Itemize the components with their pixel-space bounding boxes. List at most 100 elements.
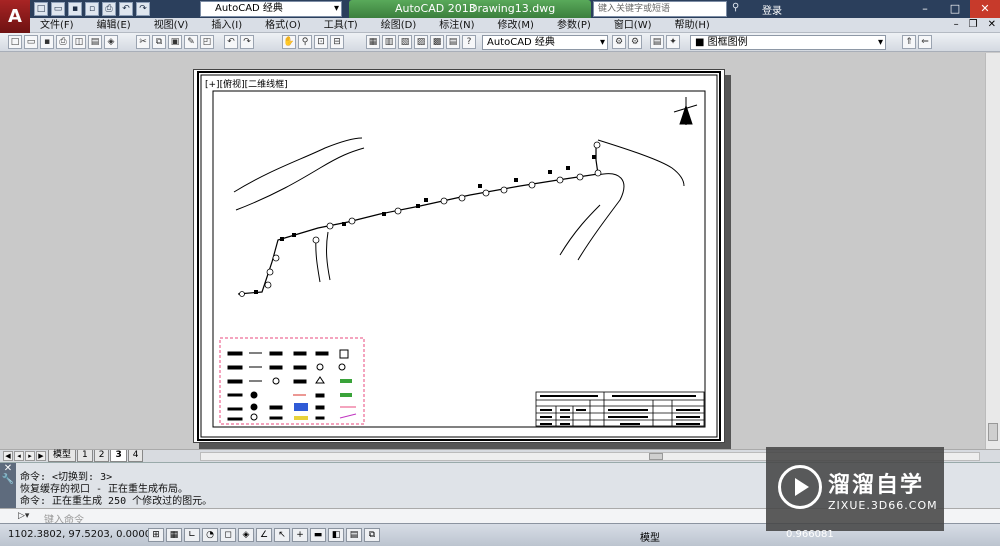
zoom-previous-icon[interactable]: ⊟	[330, 35, 344, 49]
layer-properties-icon[interactable]: ▤	[650, 35, 664, 49]
menu-format[interactable]: 格式(O)	[265, 19, 301, 32]
prev-tab-icon[interactable]: ◂	[14, 451, 24, 461]
maximize-icon[interactable]: □	[940, 0, 970, 18]
workspace-select[interactable]: AutoCAD 经典	[200, 1, 342, 17]
doc-minimize-icon[interactable]: –	[954, 19, 959, 30]
match-properties-icon[interactable]: ✎	[184, 35, 198, 49]
viewport-controls-label[interactable]: [+][俯视][二维线框]	[205, 77, 288, 90]
ducs-icon[interactable]: ↖	[274, 528, 290, 542]
paste-icon[interactable]: ▣	[168, 35, 182, 49]
otrack-icon[interactable]: ∠	[256, 528, 272, 542]
plot-icon[interactable]: ⎙	[56, 35, 70, 49]
tab-layout-1[interactable]: 1	[77, 450, 93, 462]
lightbulb-icon[interactable]: ✦	[666, 35, 680, 49]
menu-view[interactable]: 视图(V)	[154, 19, 189, 32]
next-tab-icon[interactable]: ▸	[25, 451, 35, 461]
undo-tools: ↶ ↷	[224, 35, 254, 49]
redo-icon[interactable]: ↷	[240, 35, 254, 49]
undo-icon[interactable]: ↶	[119, 2, 133, 16]
calculator-icon[interactable]: ▤	[446, 35, 460, 49]
layer-extra-tools: ⇑ ⇐	[902, 35, 932, 49]
binoculars-icon[interactable]: ⚲	[732, 2, 739, 13]
selection-cycling-icon[interactable]: ⧉	[364, 528, 380, 542]
first-tab-icon[interactable]: ◀	[3, 451, 13, 461]
help-icon[interactable]: ?	[462, 35, 476, 49]
preview-icon[interactable]: ◫	[72, 35, 86, 49]
menu-dimension[interactable]: 标注(N)	[439, 19, 474, 32]
osnap-icon[interactable]: ◻	[220, 528, 236, 542]
menu-insert[interactable]: 插入(I)	[211, 19, 242, 32]
plot-icon[interactable]: ⎙	[102, 2, 116, 16]
annotation-scale[interactable]: 0.966081	[786, 529, 834, 540]
polar-icon[interactable]: ◔	[202, 528, 218, 542]
zoom-realtime-icon[interactable]: ⚲	[298, 35, 312, 49]
menu-modify[interactable]: 修改(M)	[498, 19, 534, 32]
vertical-scroll-thumb[interactable]	[988, 423, 998, 441]
3d-print-icon[interactable]: ◈	[104, 35, 118, 49]
pan-icon[interactable]: ✋	[282, 35, 296, 49]
save-as-icon[interactable]: ▫	[85, 2, 99, 16]
open-icon[interactable]: ▭	[24, 35, 38, 49]
wrench-icon[interactable]: 🔧	[0, 474, 16, 485]
design-center-icon[interactable]: ▥	[382, 35, 396, 49]
new-icon[interactable]: □	[34, 2, 48, 16]
tool-palettes-icon[interactable]: ▧	[398, 35, 412, 49]
tab-layout-4[interactable]: 4	[127, 450, 144, 462]
menu-draw[interactable]: 绘图(D)	[381, 19, 417, 32]
close-icon[interactable]: ✕	[970, 0, 1000, 18]
sheet-set-icon[interactable]: ▨	[414, 35, 428, 49]
tab-model[interactable]: 模型	[48, 450, 77, 462]
properties-icon[interactable]: ▦	[366, 35, 380, 49]
command-prompt-icon[interactable]: ▷▾	[18, 511, 29, 521]
doc-restore-icon[interactable]: ❐	[969, 19, 978, 30]
snap-icon[interactable]: ⊞	[148, 528, 164, 542]
menu-window[interactable]: 窗口(W)	[614, 19, 652, 32]
gear-icon[interactable]: ⚙	[612, 35, 626, 49]
menu-tools[interactable]: 工具(T)	[324, 19, 358, 32]
menu-edit[interactable]: 编辑(E)	[97, 19, 131, 32]
drawing-canvas[interactable]: [+][俯视][二维线框]	[0, 53, 985, 449]
copy-icon[interactable]: ⧉	[152, 35, 166, 49]
lineweight-icon[interactable]: ▬	[310, 528, 326, 542]
login-button[interactable]: 登录	[762, 2, 782, 17]
layer-select[interactable]: ■ 图框图例	[690, 35, 886, 50]
block-editor-icon[interactable]: ◰	[200, 35, 214, 49]
menu-parametric[interactable]: 参数(P)	[557, 19, 591, 32]
publish-icon[interactable]: ▤	[88, 35, 102, 49]
cut-icon[interactable]: ✂	[136, 35, 150, 49]
command-window-handle[interactable]: ✕ 🔧	[0, 463, 16, 509]
minimize-icon[interactable]: –	[910, 0, 940, 18]
tab-layout-2[interactable]: 2	[93, 450, 110, 462]
3d-osnap-icon[interactable]: ◈	[238, 528, 254, 542]
close-icon[interactable]: ✕	[0, 463, 16, 474]
redo-icon[interactable]: ↷	[136, 2, 150, 16]
customize-icon[interactable]: ⚙	[628, 35, 642, 49]
new-icon[interactable]: □	[8, 35, 22, 49]
horizontal-scroll-thumb[interactable]	[649, 453, 663, 460]
search-input[interactable]: 键入关键字或短语	[593, 1, 727, 17]
model-space-toggle[interactable]: 模型	[640, 529, 660, 544]
window-controls: – □ ✕	[910, 0, 1000, 18]
menu-file[interactable]: 文件(F)	[40, 19, 74, 32]
menu-help[interactable]: 帮助(H)	[675, 19, 710, 32]
vertical-scrollbar[interactable]	[985, 53, 1000, 449]
application-menu-button[interactable]: A	[0, 0, 30, 33]
file-name: Drawing13.dwg	[469, 2, 556, 15]
open-icon[interactable]: ▭	[51, 2, 65, 16]
zoom-window-icon[interactable]: ⊡	[314, 35, 328, 49]
layer-previous-icon[interactable]: ⇐	[918, 35, 932, 49]
transparency-icon[interactable]: ◧	[328, 528, 344, 542]
doc-close-icon[interactable]: ✕	[988, 19, 996, 30]
save-icon[interactable]: ▪	[68, 2, 82, 16]
tab-layout-3[interactable]: 3	[110, 450, 127, 462]
ortho-icon[interactable]: ∟	[184, 528, 200, 542]
make-current-layer-icon[interactable]: ⇑	[902, 35, 916, 49]
dyn-icon[interactable]: +	[292, 528, 308, 542]
last-tab-icon[interactable]: ▶	[36, 451, 46, 461]
workspace-toolbar-select[interactable]: AutoCAD 经典	[482, 35, 608, 50]
quick-properties-icon[interactable]: ▤	[346, 528, 362, 542]
undo-icon[interactable]: ↶	[224, 35, 238, 49]
save-icon[interactable]: ▪	[40, 35, 54, 49]
grid-icon[interactable]: ▦	[166, 528, 182, 542]
markup-icon[interactable]: ▩	[430, 35, 444, 49]
